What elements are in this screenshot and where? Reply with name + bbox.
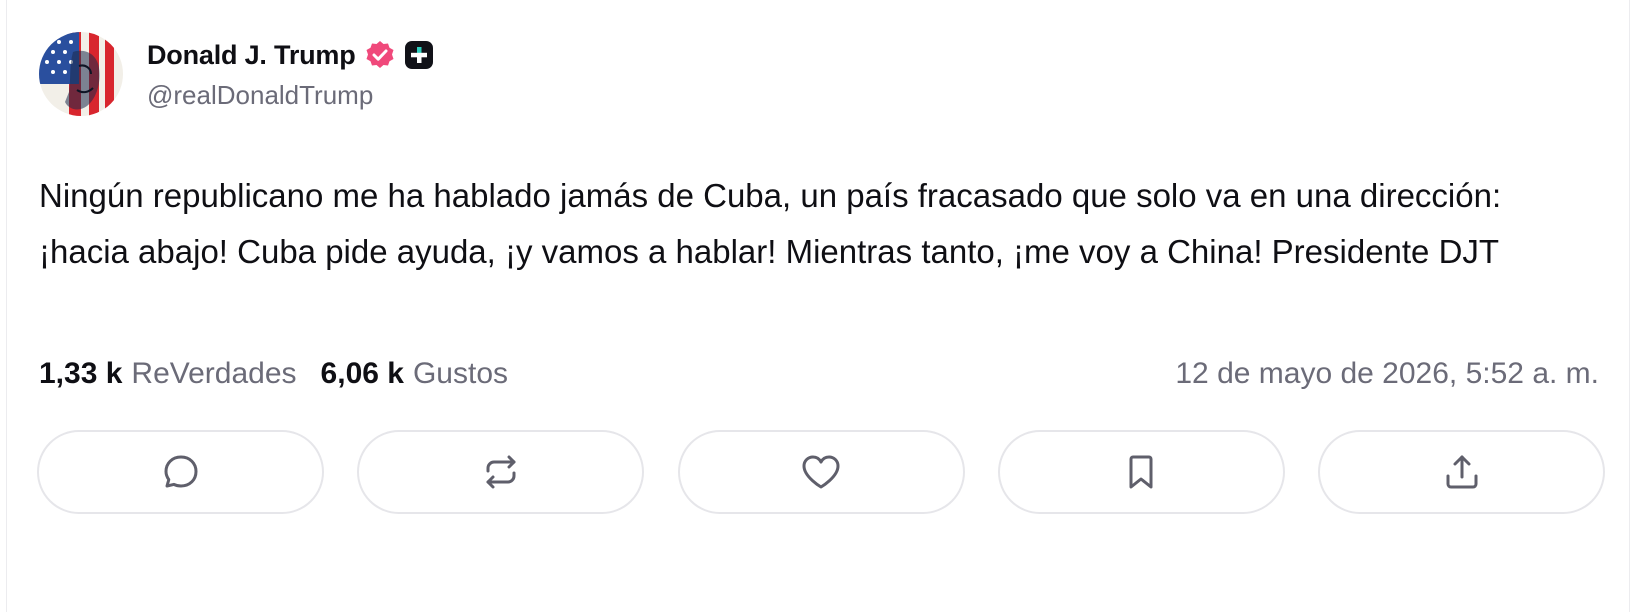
reply-icon: [161, 452, 201, 492]
reverdades-label: ReVerdades: [131, 357, 297, 390]
author-row: Donald J. Trump: [147, 36, 434, 74]
post-card: Donald J. Trump @realDonaldTrump Ningún …: [6, 0, 1630, 612]
plus-badge-icon: [404, 40, 434, 70]
avatar[interactable]: [39, 32, 123, 116]
like-button[interactable]: [677, 430, 965, 514]
author-handle[interactable]: @realDonaldTrump: [147, 80, 373, 111]
share-icon: [1442, 452, 1482, 492]
action-bar: [37, 430, 1605, 516]
bookmark-button[interactable]: [997, 430, 1285, 514]
reply-button[interactable]: [37, 430, 324, 514]
post-text: Ningún republicano me ha hablado jamás d…: [39, 177, 1502, 270]
bookmark-icon: [1121, 452, 1161, 492]
author-display-name[interactable]: Donald J. Trump: [147, 40, 356, 71]
reverdades-count: 1,33 k: [39, 357, 123, 390]
reverdades-stat[interactable]: 1,33 k ReVerdades: [39, 357, 297, 391]
repost-button[interactable]: [357, 430, 645, 514]
likes-stat[interactable]: 6,06 k Gustos: [321, 357, 508, 391]
repost-icon: [481, 452, 521, 492]
likes-label: Gustos: [412, 357, 509, 390]
likes-count: 6,06 k: [320, 357, 404, 390]
share-button[interactable]: [1318, 430, 1605, 514]
post-timestamp[interactable]: 12 de mayo de 2026, 5:52 a. m.: [1175, 352, 1599, 396]
heart-icon: [800, 452, 842, 492]
post-stats: 1,33 k ReVerdades 6,06 k Gustos: [39, 352, 532, 396]
verified-check-icon: [364, 39, 396, 71]
avatar-image: [39, 32, 123, 116]
